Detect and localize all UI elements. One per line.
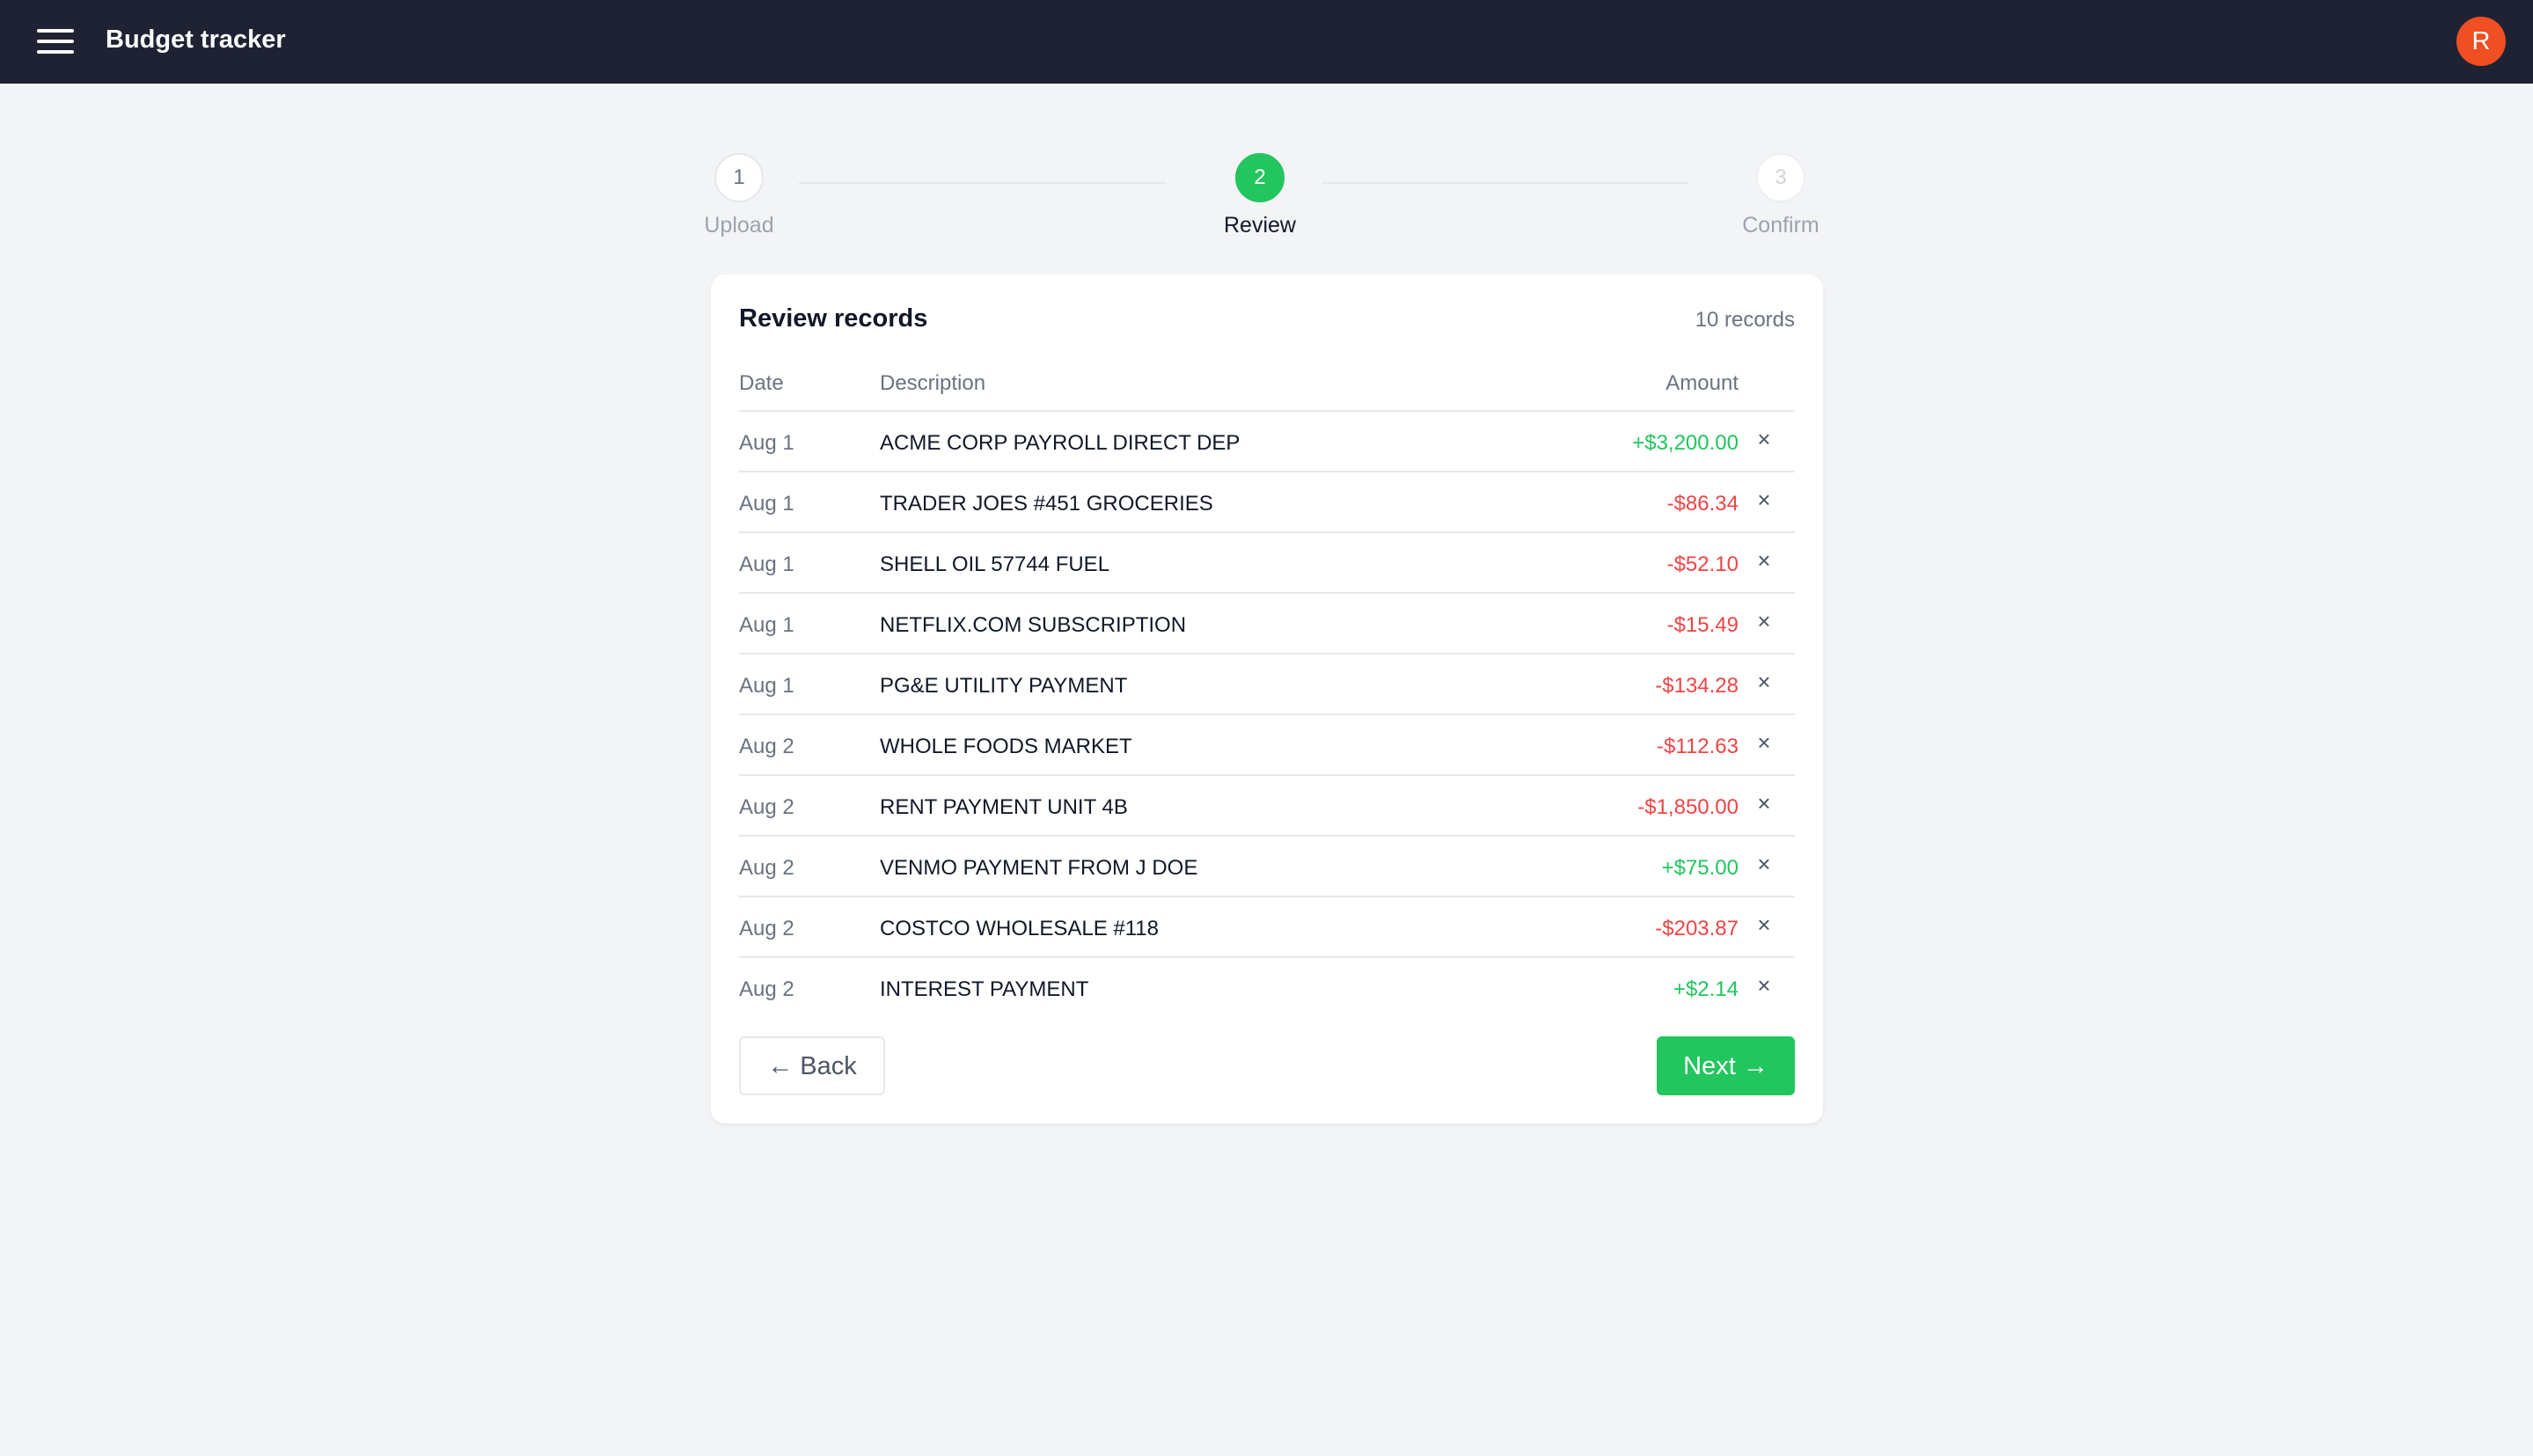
- step-number: 2: [1235, 153, 1285, 202]
- row-description: VENMO PAYMENT FROM J DOE: [880, 856, 1198, 880]
- row-date: Aug 2: [739, 977, 794, 1001]
- row-amount: -$134.28: [1655, 674, 1739, 698]
- stepper: 1 Upload 2 Review 3 Confirm: [704, 153, 1823, 241]
- table-row: Aug 1 PG&E UTILITY PAYMENT -$134.28 ×: [739, 655, 1795, 715]
- step-number: 1: [714, 153, 764, 202]
- avatar[interactable]: R: [2456, 17, 2506, 66]
- record-count: 10 records: [1695, 308, 1795, 332]
- row-amount: +$2.14: [1673, 977, 1739, 1001]
- table-row: Aug 2 WHOLE FOODS MARKET -$112.63 ×: [739, 715, 1795, 776]
- row-amount: +$3,200.00: [1632, 431, 1739, 455]
- hamburger-menu-icon[interactable]: [37, 26, 74, 56]
- row-date: Aug 1: [739, 431, 794, 455]
- review-card: Review records 10 records Date Descripti…: [711, 274, 1823, 1123]
- step-label: Upload: [704, 213, 774, 238]
- step-confirm[interactable]: 3 Confirm: [1719, 153, 1842, 238]
- close-icon[interactable]: ×: [1753, 669, 1775, 695]
- close-icon[interactable]: ×: [1753, 972, 1775, 999]
- step-connector: [799, 182, 1167, 184]
- row-description: PG&E UTILITY PAYMENT: [880, 674, 1128, 698]
- close-icon[interactable]: ×: [1753, 608, 1775, 634]
- table-row: Aug 1 SHELL OIL 57744 FUEL -$52.10 ×: [739, 533, 1795, 594]
- table-header: Date Description Amount: [739, 354, 1795, 412]
- row-description: TRADER JOES #451 GROCERIES: [880, 492, 1213, 516]
- table-row: Aug 1 ACME CORP PAYROLL DIRECT DEP +$3,200…: [739, 412, 1795, 472]
- row-amount: -$15.49: [1666, 613, 1739, 637]
- step-number: 3: [1756, 153, 1805, 202]
- close-icon[interactable]: ×: [1753, 851, 1775, 877]
- next-button[interactable]: Next →: [1657, 1036, 1795, 1095]
- row-amount: +$75.00: [1661, 856, 1739, 880]
- table-body: Aug 1 ACME CORP PAYROLL DIRECT DEP +$3,200…: [739, 412, 1795, 1019]
- row-date: Aug 1: [739, 552, 794, 576]
- table-row: Aug 2 COSTCO WHOLESALE #118 -$203.87 ×: [739, 897, 1795, 958]
- column-header-amount: Amount: [1665, 371, 1739, 395]
- close-icon[interactable]: ×: [1753, 911, 1775, 938]
- close-icon[interactable]: ×: [1753, 426, 1775, 452]
- table-row: Aug 1 NETFLIX.COM SUBSCRIPTION -$15.49 ×: [739, 594, 1795, 655]
- column-header-date: Date: [739, 371, 784, 395]
- row-description: WHOLE FOODS MARKET: [880, 735, 1132, 758]
- row-amount: -$203.87: [1655, 917, 1739, 940]
- table-row: Aug 2 INTEREST PAYMENT +$2.14 ×: [739, 958, 1795, 1019]
- app-title: Budget tracker: [106, 26, 286, 54]
- card-title: Review records: [739, 304, 928, 333]
- step-upload[interactable]: 1 Upload: [677, 153, 801, 238]
- row-description: COSTCO WHOLESALE #118: [880, 917, 1159, 940]
- records-table: Date Description Amount Aug 1 ACME CORP P…: [739, 354, 1795, 1019]
- row-description: NETFLIX.COM SUBSCRIPTION: [880, 613, 1187, 637]
- close-icon[interactable]: ×: [1753, 729, 1775, 756]
- table-row: Aug 2 VENMO PAYMENT FROM J DOE +$75.00 ×: [739, 837, 1795, 897]
- step-label: Confirm: [1742, 213, 1819, 238]
- row-description: RENT PAYMENT UNIT 4B: [880, 795, 1128, 819]
- back-button[interactable]: ← Back: [739, 1036, 885, 1095]
- step-connector: [1321, 182, 1687, 184]
- row-description: SHELL OIL 57744 FUEL: [880, 552, 1110, 576]
- row-amount: -$52.10: [1666, 552, 1739, 576]
- table-row: Aug 2 RENT PAYMENT UNIT 4B -$1,850.00 ×: [739, 776, 1795, 837]
- row-date: Aug 2: [739, 917, 794, 940]
- close-icon[interactable]: ×: [1753, 790, 1775, 816]
- close-icon[interactable]: ×: [1753, 487, 1775, 513]
- row-date: Aug 2: [739, 795, 794, 819]
- row-description: ACME CORP PAYROLL DIRECT DEP: [880, 431, 1241, 455]
- row-date: Aug 2: [739, 735, 794, 758]
- top-bar: Budget tracker R: [0, 0, 2533, 84]
- row-amount: -$86.34: [1666, 492, 1739, 516]
- row-date: Aug 1: [739, 674, 794, 698]
- close-icon[interactable]: ×: [1753, 547, 1775, 574]
- row-date: Aug 2: [739, 856, 794, 880]
- column-header-description: Description: [880, 371, 986, 395]
- row-amount: -$1,850.00: [1637, 795, 1739, 819]
- row-date: Aug 1: [739, 492, 794, 516]
- step-label: Review: [1224, 213, 1296, 238]
- row-description: INTEREST PAYMENT: [880, 977, 1089, 1001]
- table-row: Aug 1 TRADER JOES #451 GROCERIES -$86.34 ×: [739, 472, 1795, 533]
- step-review[interactable]: 2 Review: [1198, 153, 1321, 238]
- row-date: Aug 1: [739, 613, 794, 637]
- row-amount: -$112.63: [1657, 735, 1739, 758]
